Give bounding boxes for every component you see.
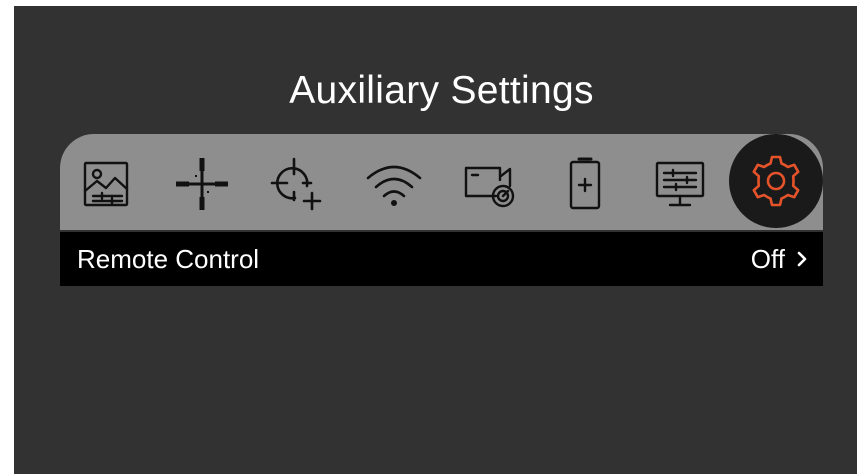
page-title: Auxiliary Settings [289,69,594,112]
image-adjust-icon [83,161,129,207]
tab-image-settings[interactable] [76,154,136,214]
tab-battery[interactable] [555,154,615,214]
chevron-right-icon [797,251,807,267]
tab-display-settings[interactable] [650,154,710,214]
settings-row-remote-control[interactable]: Remote Control Off [60,232,823,286]
tab-wifi[interactable] [364,154,424,214]
zeroing-crosshair-plus-icon [270,157,322,211]
settings-screen: Auxiliary Settings Remote Control Off [14,6,857,474]
settings-tab-bar [60,134,823,230]
battery-icon [569,157,601,210]
gear-icon [752,155,800,207]
setting-label: Remote Control [77,243,260,274]
video-record-icon [464,166,515,208]
reticle-crosshair-icon [176,158,228,210]
setting-value-group: Off [751,244,823,275]
tab-reticle[interactable] [172,154,232,214]
tab-zeroing[interactable] [267,154,327,214]
wifi-icon [366,165,422,206]
tab-recording[interactable] [459,154,519,214]
setting-value: Off [750,243,785,274]
tab-auxiliary-settings[interactable] [729,134,823,228]
display-settings-icon [655,161,705,207]
